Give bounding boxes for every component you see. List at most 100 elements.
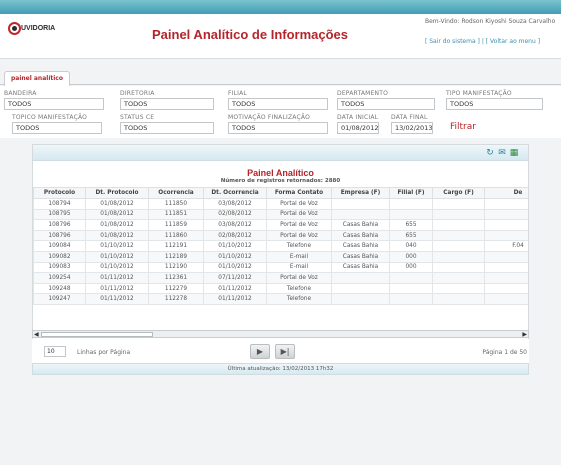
column-header[interactable]: Protocolo xyxy=(33,187,86,199)
column-header[interactable]: Ocorrencia xyxy=(148,187,204,199)
table-cell: 108794 xyxy=(33,198,86,210)
column-header[interactable]: Empresa (F) xyxy=(331,187,390,199)
table-cell: Telefone xyxy=(266,282,332,295)
table-cell: Telefone xyxy=(266,293,332,305)
table-row[interactable]: 108794 01/08/2012 111850 03/08/2012 Portal d… xyxy=(33,198,528,210)
table-cell: 112189 xyxy=(148,250,204,263)
filter-label: DEPARTAMENTO xyxy=(337,90,389,97)
rows-per-page-label: Linhas por Página xyxy=(77,349,131,356)
tab-bar: painel analítico xyxy=(0,69,561,86)
table-cell: F.04 xyxy=(484,240,528,252)
table-row[interactable]: 109248 01/11/2012 112279 01/11/2012 Telefone xyxy=(33,282,528,295)
table-row[interactable]: 109082 01/10/2012 112189 01/10/2012 E-mail Ca… xyxy=(33,250,528,263)
back-to-menu-link[interactable]: [ Voltar ao menu ] xyxy=(486,38,540,45)
last-page-button[interactable]: ▶| xyxy=(275,344,295,359)
table-cell: Portal de Voz xyxy=(266,198,332,210)
table-cell: 01/08/2012 xyxy=(85,198,149,210)
scroll-right-icon[interactable]: ▶ xyxy=(522,331,527,338)
table-row[interactable]: 109254 01/11/2012 112361 07/11/2012 Portal d… xyxy=(33,272,528,284)
table-cell: Casas Bahia xyxy=(331,219,390,231)
table-row[interactable]: 108795 01/08/2012 111851 02/08/2012 Portal d… xyxy=(33,208,528,221)
table-cell: 109247 xyxy=(33,293,86,305)
table-row[interactable]: 109084 01/10/2012 112191 01/10/2012 Telefone… xyxy=(33,240,528,252)
table-cell: 02/08/2012 xyxy=(203,208,267,221)
table-cell xyxy=(484,229,528,242)
table-cell: E-mail xyxy=(266,250,332,263)
motivacao-select[interactable]: TODOS xyxy=(228,122,328,134)
table-cell xyxy=(432,250,485,263)
excel-export-icon[interactable]: ▦ xyxy=(509,148,519,158)
refresh-icon[interactable]: ↻ xyxy=(485,148,495,158)
next-page-button[interactable]: ▶ xyxy=(250,344,270,359)
filter-label: DIRETORIA xyxy=(120,90,155,97)
pagination-bar: 10 Linhas por Página ▶ ▶| Página 1 de 50 xyxy=(32,339,529,363)
table-row[interactable]: 109247 01/11/2012 112278 01/11/2012 Telefone xyxy=(33,293,528,305)
topico-manifestacao-select[interactable]: TODOS xyxy=(12,122,102,134)
departamento-select[interactable]: TODOS xyxy=(337,98,435,110)
table-cell xyxy=(432,261,485,274)
table-cell: 02/08/2012 xyxy=(203,229,267,242)
filter-label: DATA INICIAL xyxy=(337,114,379,121)
table-cell: Casas Bahia xyxy=(331,250,390,263)
column-header[interactable]: Dt. Ocorrencia xyxy=(203,187,267,199)
filter-label: STATUS CE xyxy=(120,114,155,121)
table-cell: 01/10/2012 xyxy=(203,240,267,252)
table-cell xyxy=(432,240,485,252)
rows-per-page-input[interactable]: 10 xyxy=(44,346,66,357)
table-cell xyxy=(432,293,485,305)
column-header[interactable]: Filial (F) xyxy=(389,187,433,199)
horizontal-scrollbar[interactable]: ◀ ▶ xyxy=(32,330,529,338)
column-header[interactable]: Cargo (F) xyxy=(432,187,485,199)
table-cell: Casas Bahia xyxy=(331,229,390,242)
table-cell: 111860 xyxy=(148,229,204,242)
bandeira-select[interactable]: TODOS xyxy=(4,98,104,110)
diretoria-select[interactable]: TODOS xyxy=(120,98,214,110)
table-cell: 01/11/2012 xyxy=(203,293,267,305)
table-cell: Portal de Voz xyxy=(266,229,332,242)
filtrar-button[interactable]: Filtrar xyxy=(450,122,476,132)
email-icon[interactable]: ✉ xyxy=(497,148,507,158)
table-cell: 01/10/2012 xyxy=(203,261,267,274)
status-ce-select[interactable]: TODOS xyxy=(120,122,214,134)
table-cell: 01/11/2012 xyxy=(85,272,149,284)
page-title: Painel Analítico de Informações xyxy=(152,27,349,42)
column-header[interactable]: Dt. Protocolo xyxy=(85,187,149,199)
table-cell: 109084 xyxy=(33,240,86,252)
tab-painel-analitico[interactable]: painel analítico xyxy=(4,71,70,86)
page-info: Página 1 de 50 xyxy=(482,349,527,356)
column-header[interactable]: Forma Contato xyxy=(266,187,332,199)
table-cell: Telefone xyxy=(266,240,332,252)
table-cell xyxy=(331,208,390,221)
table-cell: 01/10/2012 xyxy=(85,250,149,263)
data-final-input[interactable]: 13/02/2013 xyxy=(391,122,433,134)
table-cell: 111851 xyxy=(148,208,204,221)
table-cell xyxy=(331,282,390,295)
table-cell xyxy=(484,208,528,221)
table-cell xyxy=(331,198,390,210)
table-cell xyxy=(389,208,433,221)
table-row[interactable]: 108796 01/08/2012 111860 02/08/2012 Portal d… xyxy=(33,229,528,242)
table-cell xyxy=(432,208,485,221)
scroll-thumb[interactable] xyxy=(41,332,153,337)
header-links: [ Sair do sistema ] | [ Voltar ao menu ] xyxy=(425,38,541,45)
logout-link[interactable]: [ Sair do sistema ] xyxy=(425,38,480,45)
filial-select[interactable]: TODOS xyxy=(228,98,328,110)
table-cell: 112361 xyxy=(148,272,204,284)
table-cell xyxy=(331,293,390,305)
tipo-manifestacao-select[interactable]: TODOS xyxy=(446,98,543,110)
data-inicial-input[interactable]: 01/08/2012 xyxy=(337,122,379,134)
table-cell xyxy=(389,282,433,295)
table-cell: 01/11/2012 xyxy=(203,282,267,295)
table-cell xyxy=(331,272,390,284)
table-row[interactable]: 108796 01/08/2012 111859 03/08/2012 Portal d… xyxy=(33,219,528,231)
table-row[interactable]: 109083 01/10/2012 112190 01/10/2012 E-mail Ca… xyxy=(33,261,528,274)
table-cell: Casas Bahia xyxy=(331,240,390,252)
table-body: 108794 01/08/2012 111850 03/08/2012 Portal d… xyxy=(33,198,528,305)
scroll-left-icon[interactable]: ◀ xyxy=(34,331,39,338)
panel-toolbar: ↻ ✉ ▦ xyxy=(33,145,528,161)
table-cell: 111859 xyxy=(148,219,204,231)
column-header[interactable]: De xyxy=(484,187,528,199)
filter-label: BANDEIRA xyxy=(4,90,37,97)
table-cell xyxy=(432,282,485,295)
table-cell: Portal de Voz xyxy=(266,219,332,231)
